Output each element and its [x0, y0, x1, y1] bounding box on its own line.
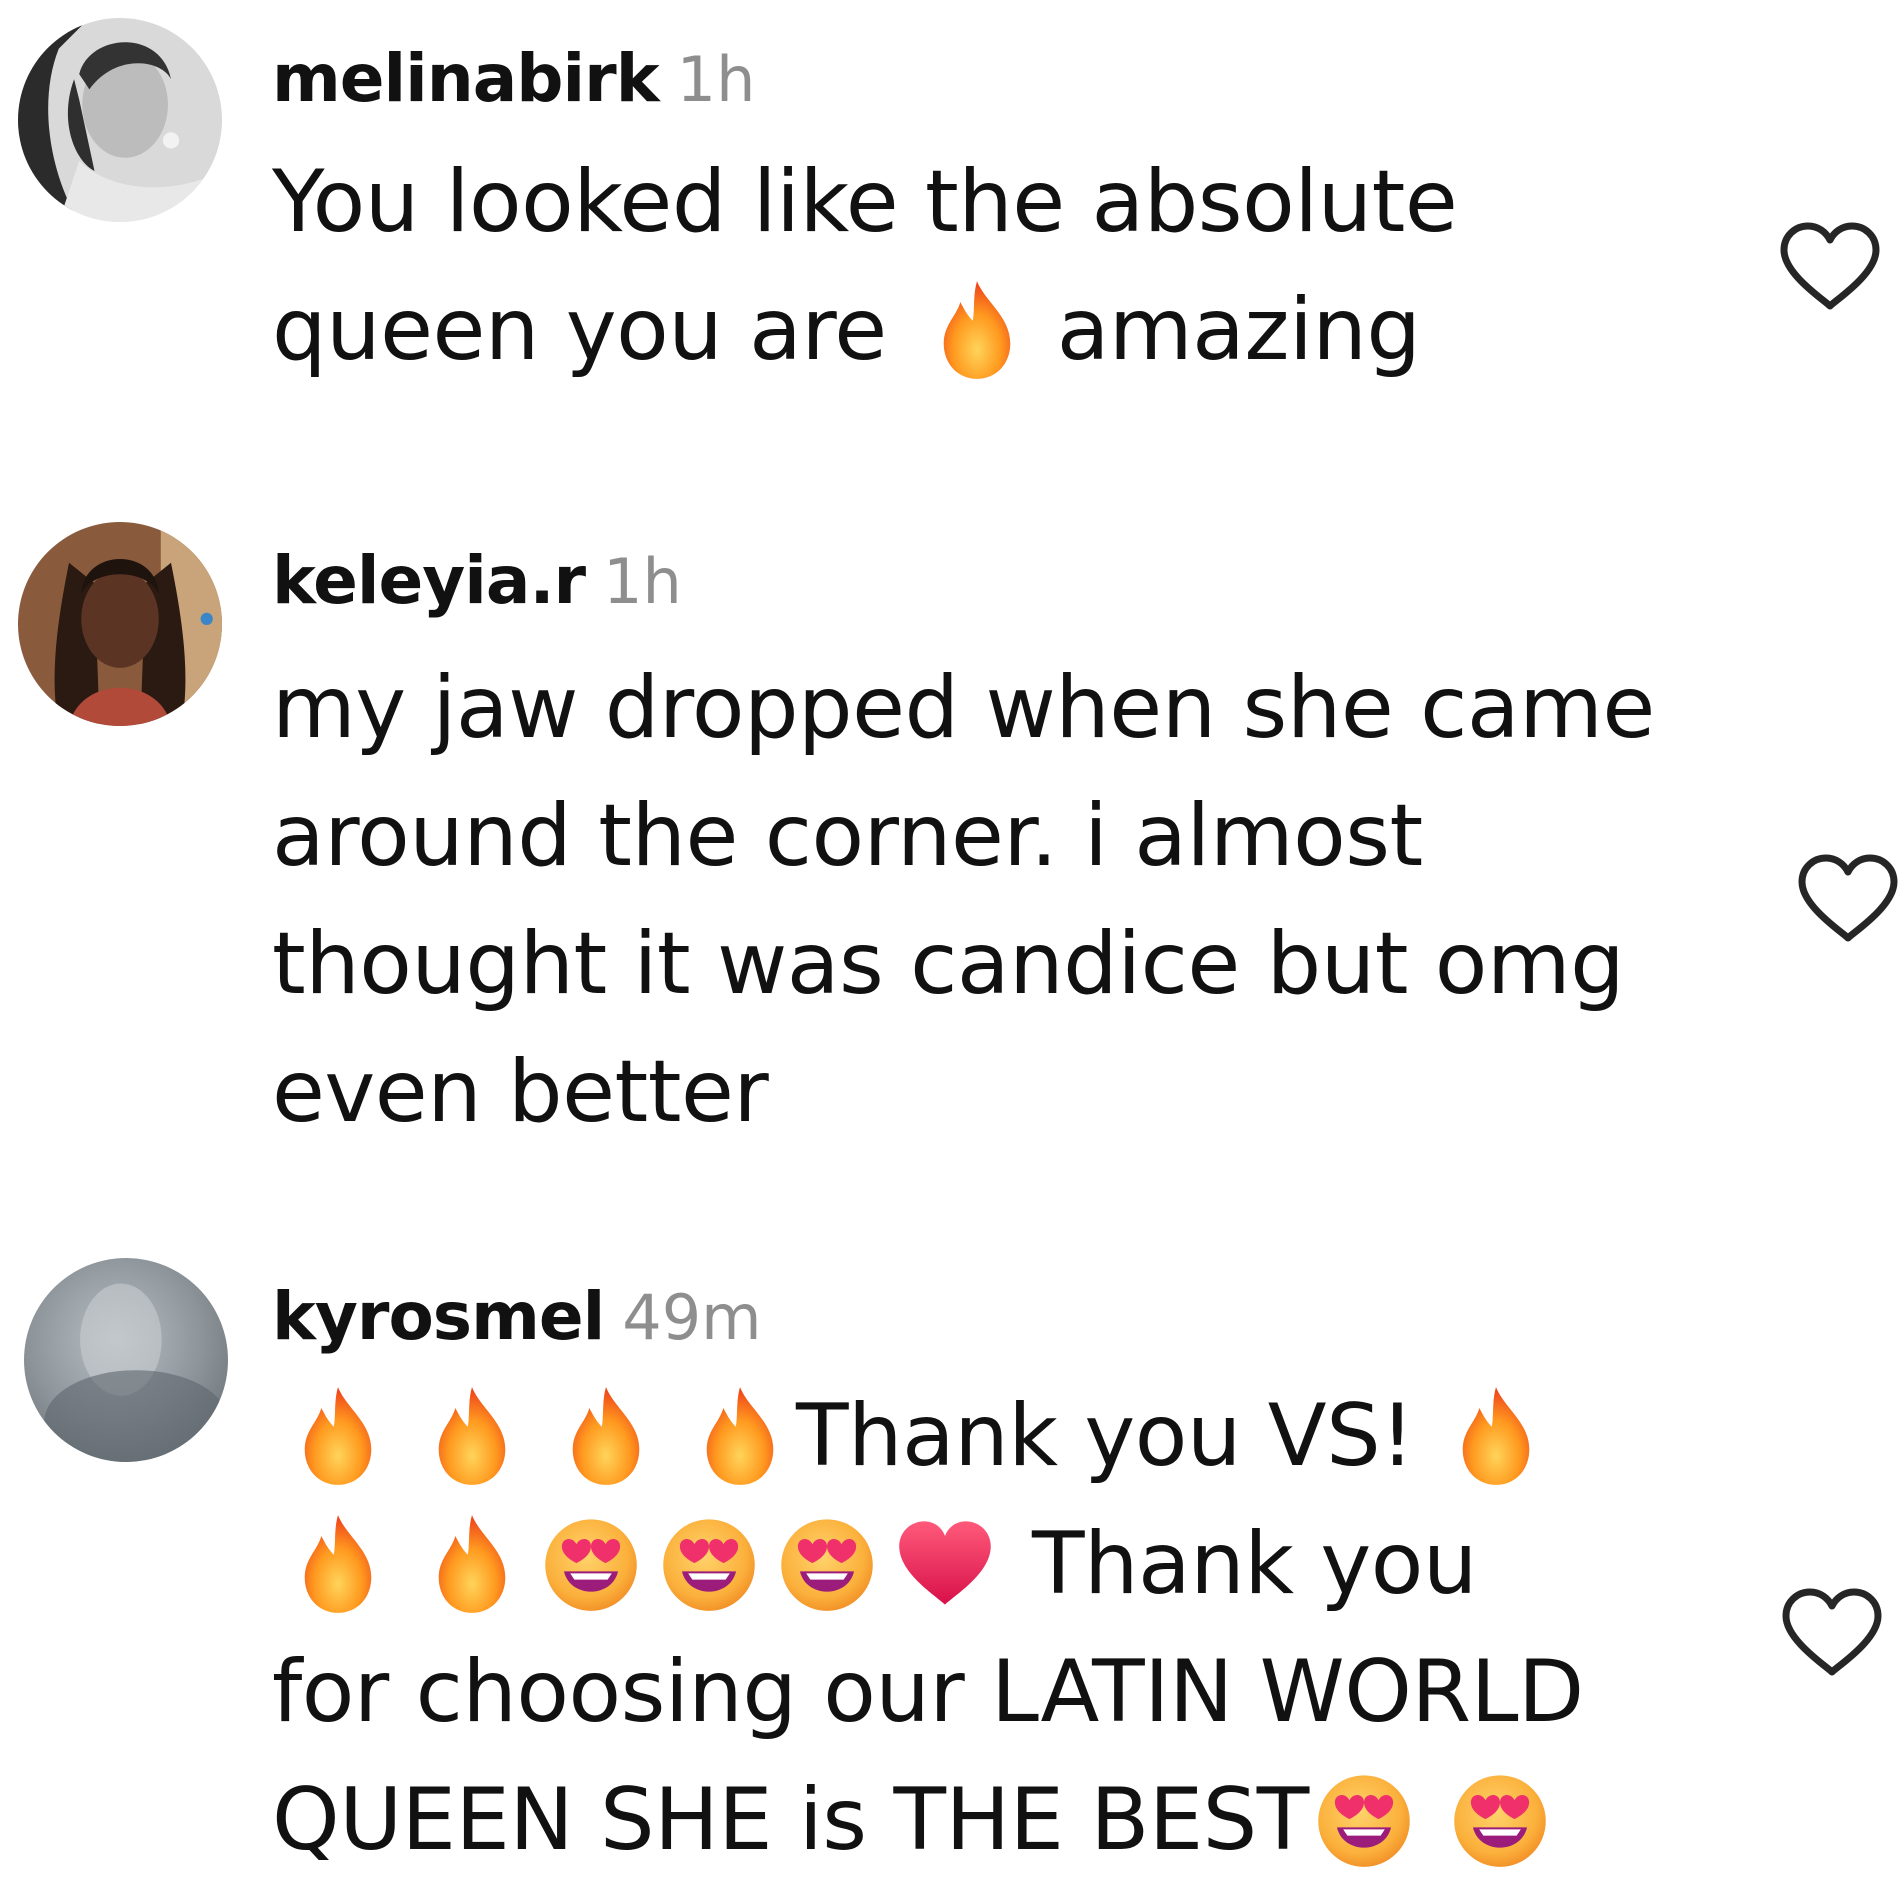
smiling-face-with-heart-eyes-emoji	[538, 1511, 644, 1615]
comment-line: even better	[272, 1042, 769, 1142]
comment-header: kyrosmel 49m	[272, 1284, 762, 1350]
timestamp[interactable]: 1h	[603, 545, 682, 618]
like-button[interactable]	[1778, 220, 1882, 314]
comment-line: thought it was candice but omg	[272, 914, 1625, 1014]
smiling-face-with-heart-eyes-emoji	[774, 1511, 880, 1615]
red-heart-emoji	[892, 1511, 998, 1615]
smiling-face-with-heart-eyes-emoji	[656, 1511, 762, 1615]
timestamp[interactable]: 49m	[622, 1281, 761, 1354]
username[interactable]: kyrosmel	[272, 1278, 605, 1355]
fire-emoji	[430, 1511, 514, 1615]
comment-header: melinabirk 1h	[272, 46, 755, 112]
heart-outline-icon	[1780, 222, 1880, 310]
avatar[interactable]	[24, 1258, 228, 1462]
comment-line: for choosing our LATIN WORLD	[272, 1642, 1584, 1742]
comment-line: my jaw dropped when she came	[272, 658, 1655, 758]
comment-line: You looked like the absolute	[272, 152, 1458, 252]
comment-line: around the corner. i almost	[272, 786, 1423, 886]
comment-line: Thank you	[272, 1500, 1752, 1628]
comment-text-fragment: amazing	[1056, 280, 1421, 380]
heart-outline-icon	[1798, 854, 1898, 942]
avatar[interactable]	[18, 18, 222, 222]
comment-text: my jaw dropped when she came around the …	[272, 644, 1752, 1156]
comment-text-fragment: Thank you	[1032, 1514, 1477, 1614]
fire-emoji	[1454, 1383, 1538, 1487]
fire-emoji	[430, 1383, 514, 1487]
username[interactable]: keleyia.r	[272, 542, 586, 619]
comment-text-fragment: queen you are	[272, 280, 887, 380]
comment-text: You looked like the absolute queen you a…	[272, 138, 1752, 394]
comment-header: keleyia.r 1h	[272, 548, 682, 614]
fire-emoji	[935, 277, 1019, 381]
comment-text-fragment: Thank you VS!	[796, 1386, 1415, 1486]
timestamp[interactable]: 1h	[677, 43, 756, 116]
fire-emoji	[698, 1383, 782, 1487]
smiling-face-with-heart-eyes-emoji	[1311, 1767, 1417, 1871]
comment-line: QUEEN SHE is THE BEST	[272, 1756, 1752, 1884]
fire-emoji	[296, 1383, 380, 1487]
smiling-face-with-heart-eyes-emoji	[1447, 1767, 1553, 1871]
comment-line: Thank you VS!	[272, 1372, 1752, 1500]
comment-text: Thank you VS! Thank you for choosing our…	[272, 1372, 1752, 1884]
avatar[interactable]	[18, 522, 222, 726]
fire-emoji	[296, 1511, 380, 1615]
username[interactable]: melinabirk	[272, 40, 660, 117]
like-button[interactable]	[1780, 1586, 1884, 1680]
comment-line: queen you are amazing	[272, 266, 1752, 394]
fire-emoji	[564, 1383, 648, 1487]
heart-outline-icon	[1782, 1588, 1882, 1676]
like-button[interactable]	[1796, 852, 1900, 946]
comment-text-fragment: QUEEN SHE is THE BEST	[272, 1770, 1309, 1870]
